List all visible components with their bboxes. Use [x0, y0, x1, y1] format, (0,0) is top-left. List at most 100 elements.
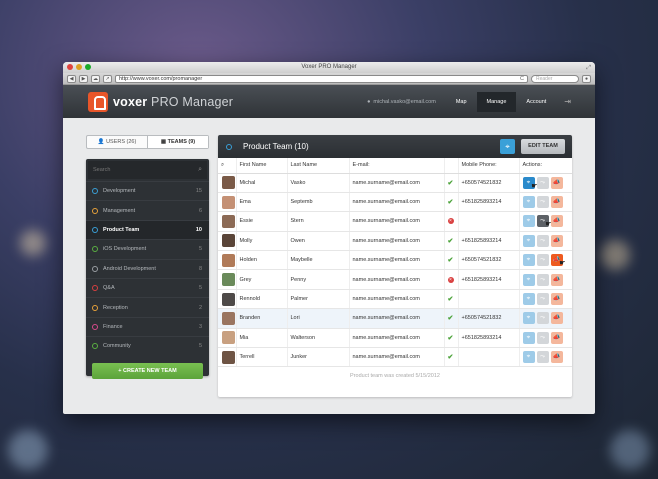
route-button[interactable]: ⤳ [536, 293, 549, 306]
megaphone-button[interactable]: 📣 [550, 273, 563, 286]
table-row[interactable]: Mia Walterson name.surname@email.com ✔ +6518… [218, 328, 572, 349]
cloud-icon[interactable]: ☁ [91, 74, 100, 83]
create-new-team-button[interactable]: + CREATE NEW TEAM [92, 362, 203, 379]
nav-map[interactable]: Map [446, 92, 477, 112]
team-color-dot [92, 285, 98, 292]
sidebar-item-team[interactable]: Management 6 [86, 200, 209, 219]
cell-phone: +650574521832 [457, 250, 519, 271]
sidebar-item-team[interactable]: Product Team 10 [86, 219, 209, 240]
team-search-input[interactable]: Search ⌕ [88, 161, 207, 179]
locate-button[interactable]: ⌖ [522, 351, 535, 364]
table-row[interactable]: Rennold Palmer name.surname@email.com ✔ ⌖ ⤳ 📣 [218, 289, 572, 310]
maximize-window-button[interactable] [85, 64, 91, 70]
route-icon: ⤳ [540, 199, 545, 206]
megaphone-button[interactable]: 📣 [550, 293, 563, 306]
sidebar-item-team[interactable]: iOS Development 5 [86, 239, 209, 258]
megaphone-button[interactable]: 📣 [550, 215, 563, 228]
route-button[interactable]: ⤳ [536, 254, 549, 267]
megaphone-button[interactable]: 📣 [550, 331, 563, 344]
route-button[interactable]: ⤳ [536, 176, 549, 189]
back-button[interactable]: ◀ [67, 74, 76, 83]
col-email[interactable]: E-mail: [348, 158, 444, 174]
check-icon: ✔ [447, 354, 454, 362]
table-row[interactable]: Ema Septemb name.surname@email.com ✔ +651825… [218, 192, 572, 213]
logout-icon[interactable]: ⇥ [556, 92, 579, 112]
col-phone[interactable]: Mobile Phone: [457, 158, 519, 174]
cell-last-name: Owen [286, 231, 349, 252]
megaphone-button[interactable]: 📣 [550, 234, 563, 247]
route-button[interactable]: ⤳ [536, 196, 549, 209]
team-sidebar: Search ⌕ Development 15 Management 6 Product… [86, 159, 209, 379]
table-row[interactable]: Essie Stern name.surname@email.com × ⌖ ⤳ ☛ 📣 [218, 211, 572, 232]
tab-users[interactable]: 👤 USERS (26) [87, 136, 147, 148]
locate-button[interactable]: ⌖ [522, 273, 535, 286]
avatar [222, 292, 235, 306]
user-account[interactable]: ● michal.vasko@email.com [367, 99, 446, 105]
locate-button[interactable]: ⌖ ☛ [522, 176, 538, 190]
share-icon[interactable]: ↗ [103, 74, 112, 83]
locate-button[interactable]: ⌖ [522, 254, 535, 267]
table-row[interactable]: Grey Penny name.surname@email.com × +6518258… [218, 269, 572, 290]
sidebar-item-count: 15 [195, 188, 202, 195]
team-title: Product Team (10) [243, 142, 309, 151]
megaphone-button[interactable]: 📣 [550, 351, 563, 364]
sidebar-item-team[interactable]: Reception 2 [86, 297, 209, 316]
check-icon: ✔ [447, 257, 454, 265]
tab-teams[interactable]: ▦ TEAMS (9) [147, 136, 208, 148]
reload-icon[interactable]: C [520, 76, 524, 83]
edit-team-button[interactable]: EDIT TEAM [521, 139, 565, 154]
close-window-button[interactable] [67, 64, 73, 70]
col-status [443, 158, 458, 174]
sidebar-item-team[interactable]: Finance 3 [86, 316, 209, 336]
users-icon: 👤 [97, 139, 107, 145]
locate-button[interactable]: ⌖ [522, 196, 535, 209]
route-button[interactable]: ⤳ [536, 331, 549, 344]
nav-account[interactable]: Account [516, 92, 556, 112]
route-button[interactable]: ⤳ [536, 273, 549, 286]
table-search-icon[interactable]: ⌕ [218, 158, 236, 174]
locate-button[interactable]: ⌖ [522, 331, 535, 344]
table-row[interactable]: Branden Lori name.surname@email.com ✔ +65057… [218, 308, 572, 329]
route-button[interactable]: ⤳ [536, 312, 549, 325]
address-url: http://www.voxer.com/promanager [119, 75, 203, 82]
team-color-dot [92, 207, 98, 214]
table-row[interactable]: Michal Vasko name.surname@email.com ✔ +65057… [218, 173, 572, 193]
cell-phone [457, 289, 519, 310]
locate-button[interactable]: ⌖ [522, 234, 535, 247]
reader-button[interactable]: Reader [531, 74, 579, 83]
sidebar-item-team[interactable]: Community 5 [86, 336, 209, 355]
nav-manage[interactable]: Manage [476, 91, 517, 112]
voxer-logo[interactable] [88, 91, 108, 112]
avatar [222, 176, 235, 190]
locate-button[interactable]: ⌖ [522, 293, 535, 306]
route-button[interactable]: ⤳ [536, 234, 549, 247]
download-icon[interactable]: ● [582, 74, 591, 83]
address-bar[interactable]: http://www.voxer.com/promanager C [115, 74, 528, 83]
forward-button[interactable]: ▶ [79, 74, 88, 83]
megaphone-button[interactable]: 📣 [550, 176, 563, 189]
col-last-name[interactable]: Last Name [286, 158, 349, 174]
megaphone-button[interactable]: 📣 ☛ [550, 254, 566, 267]
megaphone-button[interactable]: 📣 [550, 312, 563, 325]
megaphone-button[interactable]: 📣 [550, 196, 563, 209]
route-icon: ⤳ [540, 296, 545, 303]
brand-name: voxer PRO Manager [113, 95, 233, 109]
sidebar-item-team[interactable]: Android Development 8 [86, 258, 209, 278]
sidebar-item-team[interactable]: Q&A 5 [86, 277, 209, 297]
fullscreen-icon[interactable]: ⤢ [586, 63, 591, 74]
cell-phone [457, 211, 519, 232]
map-pin-icon: ⌖ [526, 354, 531, 361]
map-pin-button[interactable]: ⌖ [500, 139, 515, 154]
minimize-window-button[interactable] [76, 64, 82, 70]
check-icon: ✔ [447, 296, 454, 304]
route-button[interactable]: ⤳ [536, 351, 549, 364]
route-button[interactable]: ⤳ ☛ [536, 215, 552, 228]
locate-button[interactable]: ⌖ [522, 312, 535, 325]
table-row[interactable]: Terrell Junker name.surname@email.com ✔ ⌖ ⤳ 📣 [218, 347, 572, 368]
locate-button[interactable]: ⌖ [522, 215, 535, 228]
table-row[interactable]: Holden Maybelle name.surname@email.com ✔ +65… [218, 250, 572, 271]
table-row[interactable]: Molly Owen name.surname@email.com ✔ +6518258… [218, 231, 572, 252]
sidebar-item-team[interactable]: Development 15 [86, 181, 209, 200]
col-first-name[interactable]: First Name [235, 158, 287, 174]
cell-last-name: Junker [286, 347, 349, 368]
